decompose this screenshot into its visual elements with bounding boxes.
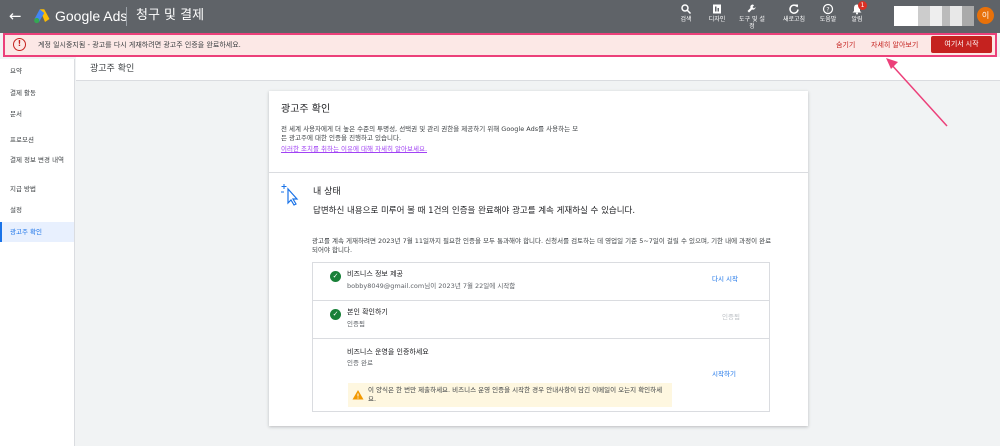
status-title: 내 상태 [313,187,341,197]
warning-box: 이 양식은 한 번만 제출하세요. 비즈니스 운영 인증을 시작한 경우 안내사… [348,383,672,407]
notification-badge: 1 [858,1,867,10]
warning-text: 이 양식은 한 번만 제출하세요. 비즈니스 운영 인증을 시작한 경우 안내사… [368,386,663,403]
check-circle-icon: ✓ [330,271,341,282]
design-button[interactable]: 디자인 [702,3,732,23]
step-identity: ✓ 본인 확인하기 인증됨 인증됨 [313,301,769,339]
sidebar-item-settings[interactable]: 설정 [0,206,74,214]
card-divider [269,172,808,173]
search-button[interactable]: 검색 [671,3,701,23]
page-heading: 청구 및 결제 [136,8,205,23]
content-title: 광고주 확인 [90,64,135,74]
sidebar-item-payment-info-history[interactable]: 결제 정보 변경 내역 [0,156,74,164]
step-subtitle: bobby8049@gmail.com님이 2023년 7월 22일에 시작함 [347,282,516,290]
step-title: 비즈니스 정보 제공 [347,270,403,278]
tool-label: 새로고침 [782,16,806,23]
alert-hide-link[interactable]: 숨기기 [836,40,855,50]
tools-icon [747,4,756,13]
restart-link[interactable]: 다시 시작 [712,275,738,284]
card-title: 광고주 확인 [281,104,331,115]
help-icon: ? [822,3,834,15]
alert-learn-more-link[interactable]: 자세히 알아보기 [871,40,918,50]
verification-steps: ✓ 비즈니스 정보 제공 bobby8049@gmail.com님이 2023년… [312,262,770,412]
tool-label: 알림 [851,16,863,23]
back-arrow-icon[interactable]: ← [9,7,22,25]
account-info-redacted[interactable] [894,6,974,26]
help-button[interactable]: ? 도움말 [813,3,843,23]
svg-text:?: ? [826,6,829,13]
status-subtitle: 답변하신 내용으로 미루어 볼 때 1건의 인증을 완료해야 광고를 계속 게재… [313,206,636,216]
tool-label: 검색 [680,16,692,23]
tool-label: 디자인 [708,16,726,23]
notifications-button[interactable]: 1 알림 [842,1,872,23]
google-ads-logo-icon [34,9,50,24]
warning-icon [352,390,364,400]
learn-why-link[interactable]: 이러한 조치를 취하는 이유에 대해 자세히 알아보세요. [281,145,427,154]
sidebar-item-promotions[interactable]: 프로모션 [0,136,74,144]
search-icon [681,4,692,15]
sidebar-item-payment-activity[interactable]: 결제 활동 [0,89,74,97]
step-subtitle: 인증 완료 [347,359,373,367]
content-header: 광고주 확인 [76,57,1000,81]
tool-label: 도움말 [819,16,837,23]
cursor-sparkle-icon [281,184,299,206]
card-description: 전 세계 사용자에게 더 높은 수준의 투명성, 선택권 및 관리 권한을 제공… [281,125,579,142]
sidebar-item-payment-methods[interactable]: 지급 방법 [0,185,74,193]
status-deadline-info: 광고를 계속 게재하려면 2023년 7월 11일까지 필요한 인증을 모두 통… [312,237,772,254]
refresh-button[interactable]: 새로고침 [779,3,809,23]
start-link[interactable]: 시작하기 [712,370,736,379]
sidebar-item-advertiser-verification[interactable]: 광고주 확인 [0,222,74,242]
topbar-divider [126,7,127,26]
account-suspended-alert: ! 계정 일시중지됨 - 광고를 다시 게재하려면 광고주 인증을 완료하세요.… [3,33,997,57]
step-business-info: ✓ 비즈니스 정보 제공 bobby8049@gmail.com님이 2023년… [313,263,769,301]
tools-settings-button[interactable]: 도구 및 설정 [737,3,767,30]
top-app-bar: ← Google Ads 청구 및 결제 검색 디자인 도구 및 설정 새로고침… [0,0,1000,33]
step-business-operations: 비즈니스 운영을 인증하세요 인증 완료 시작하기 이 양식은 한 번만 제출하… [313,339,769,411]
error-icon: ! [13,38,26,51]
reports-icon [713,4,721,14]
refresh-icon [789,4,799,14]
sidebar-item-summary[interactable]: 요약 [0,67,74,75]
verification-card: 광고주 확인 전 세계 사용자에게 더 높은 수준의 투명성, 선택권 및 관리… [269,91,808,426]
sidebar-item-documents[interactable]: 문서 [0,110,74,118]
brand-name: Google Ads [55,8,128,24]
avatar[interactable]: 이 [977,7,994,24]
start-here-button[interactable]: 여기서 시작 [931,36,992,53]
step-title: 본인 확인하기 [347,308,388,316]
check-circle-icon: ✓ [330,309,341,320]
tool-label: 도구 및 설정 [739,16,765,30]
step-subtitle: 인증됨 [347,320,365,328]
verified-label: 인증됨 [722,313,740,321]
step-title: 비즈니스 운영을 인증하세요 [347,348,429,356]
alert-message: 계정 일시중지됨 - 광고를 다시 게재하려면 광고주 인증을 완료하세요. [38,41,241,49]
sidebar-nav: 요약 결제 활동 문서 프로모션 결제 정보 변경 내역 지급 방법 설정 광고… [0,59,75,446]
